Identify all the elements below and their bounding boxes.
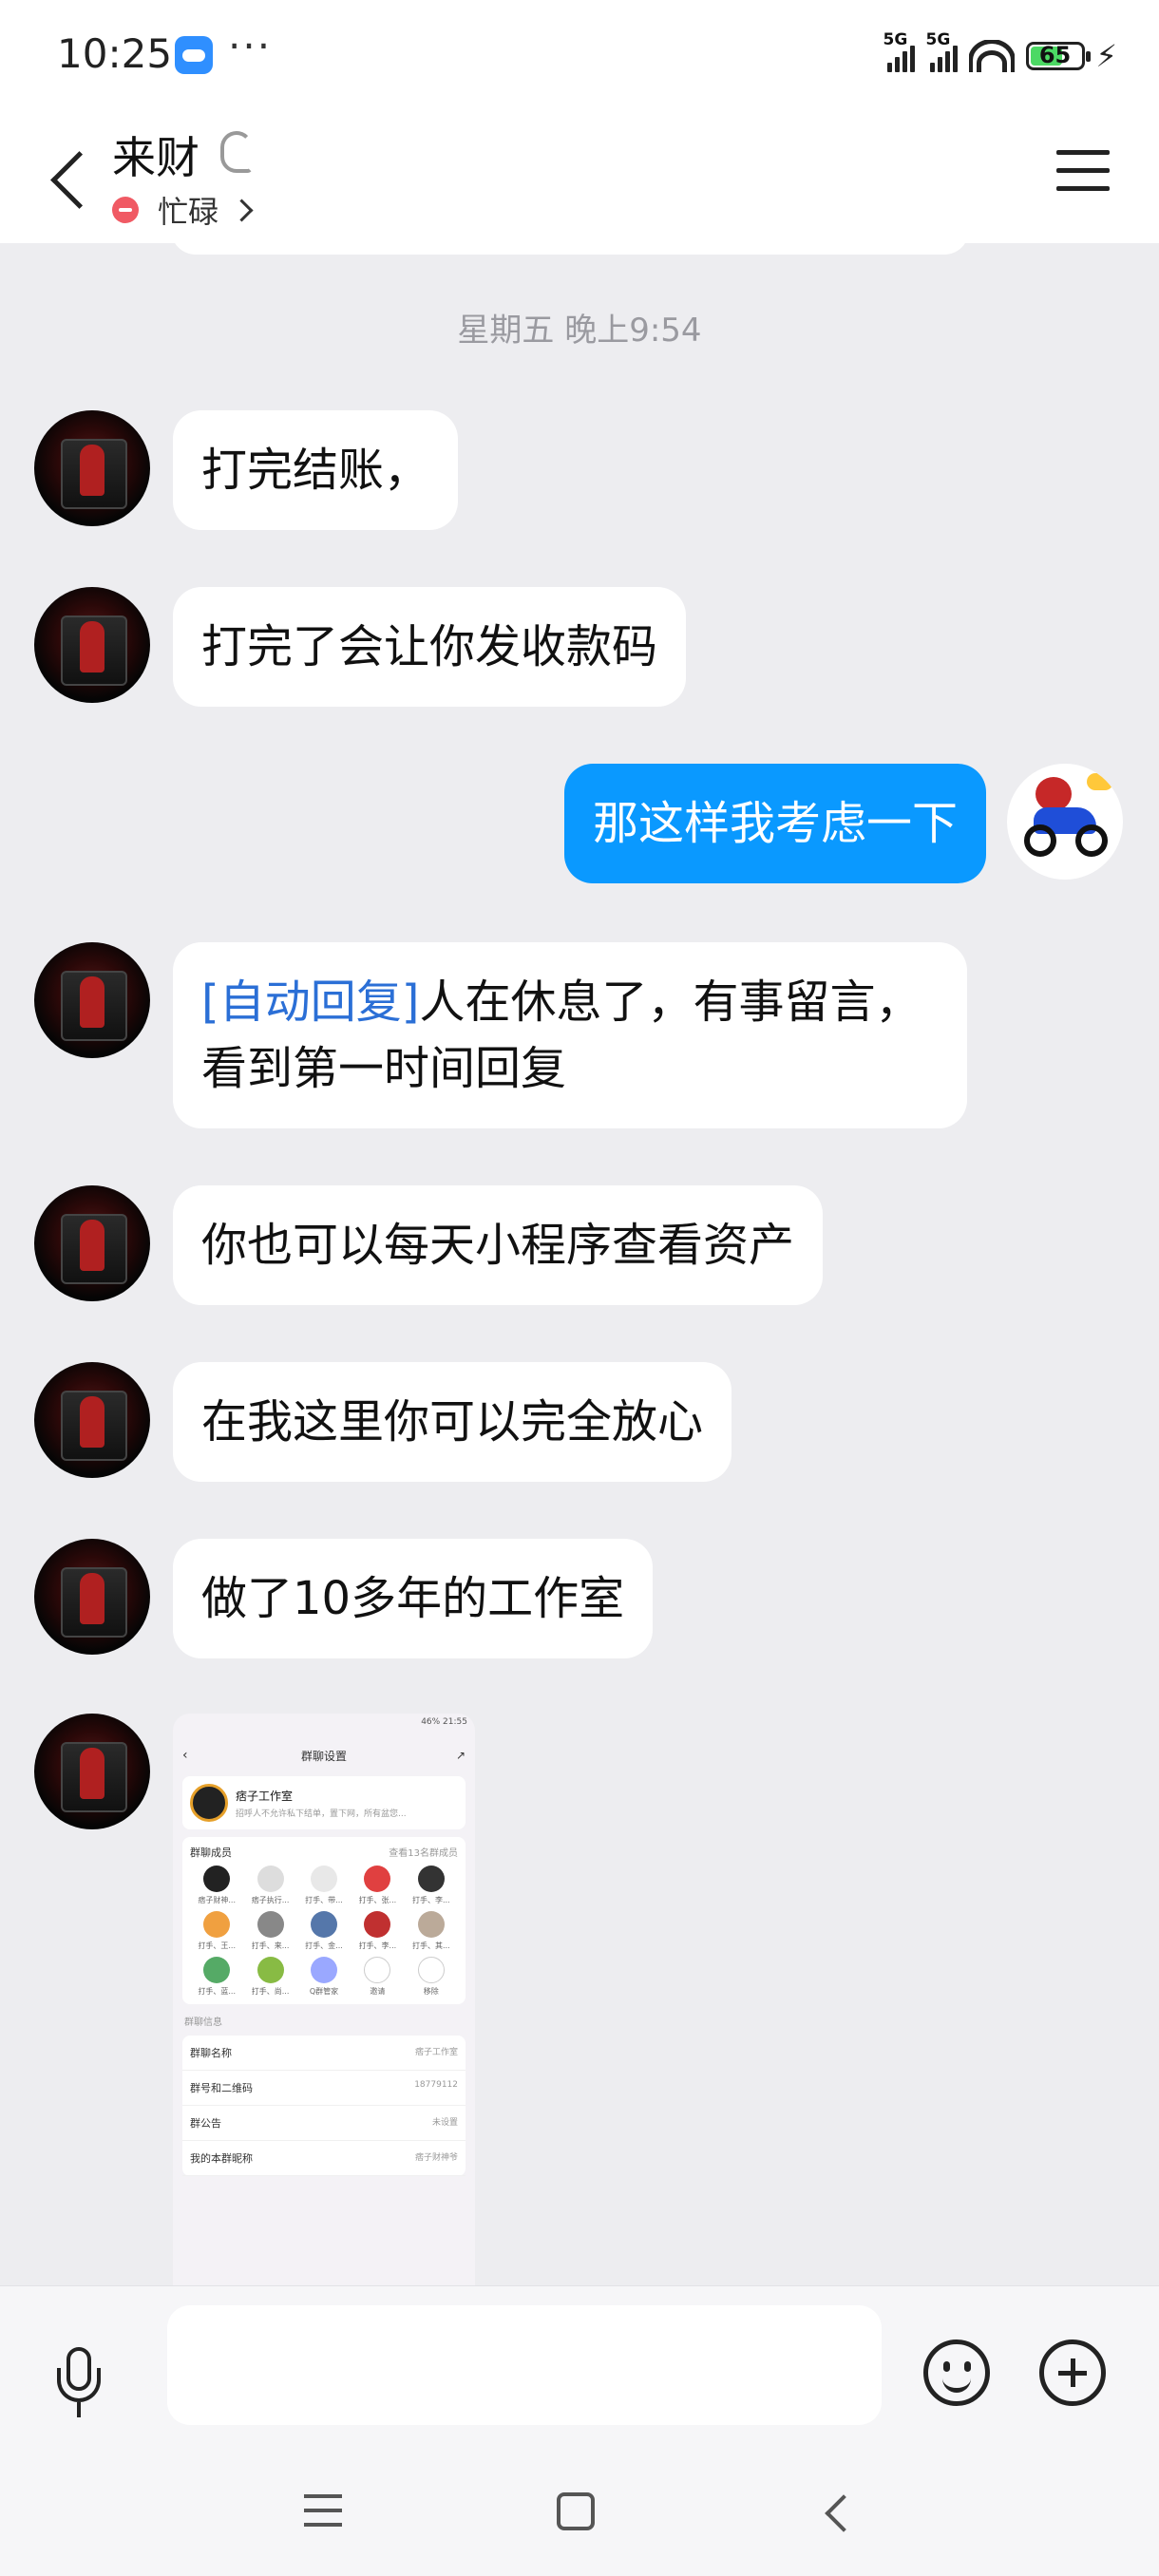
system-nav-bar <box>0 2458 1159 2576</box>
shot-title: 群聊设置 <box>300 1749 347 1763</box>
chevron-right-icon <box>230 198 254 222</box>
status-time: 10:25 <box>57 30 173 77</box>
signal-icon: 5G <box>884 30 915 72</box>
shot-group-name: 痞子工作室 <box>236 1789 294 1803</box>
avatar[interactable] <box>34 587 150 703</box>
avatar[interactable] <box>34 942 150 1058</box>
busy-icon <box>112 197 139 223</box>
input-bar <box>0 2285 1159 2459</box>
message-bubble[interactable]: 打完结账， <box>173 410 459 530</box>
mic-icon[interactable] <box>51 2347 108 2423</box>
shot-group-desc: 招呼人不允许私下结单，置下网，所有盆您... <box>236 1809 407 1819</box>
auto-reply-bubble[interactable]: [自动回复]人在休息了，有事留言，看到第一时间回复 <box>173 942 967 1128</box>
home-icon[interactable] <box>557 2492 595 2530</box>
status-text: 忙碌 <box>158 194 219 230</box>
message-input[interactable] <box>167 2305 882 2425</box>
ear-icon[interactable] <box>220 131 253 173</box>
auto-reply-tag: [自动回复] <box>201 975 420 1029</box>
recent-apps-icon[interactable] <box>304 2494 342 2529</box>
shot-status: 46% 21:55 <box>421 1717 467 1727</box>
message-list[interactable]: 星期五 晚上9:54 打完结账， 打完了会让你发收款码 那这样我考虑一下 [自动… <box>0 243 1159 2285</box>
message-bubble[interactable]: 打完了会让你发收款码 <box>173 587 687 707</box>
cloud-icon <box>175 36 213 74</box>
plus-icon[interactable] <box>1039 2339 1106 2406</box>
avatar[interactable] <box>34 1362 150 1478</box>
group-logo <box>190 1784 228 1822</box>
signal-icon-2: 5G <box>926 30 958 72</box>
menu-icon[interactable] <box>1056 148 1110 194</box>
wifi-icon <box>968 40 1015 72</box>
previous-message-bubble[interactable] <box>171 243 969 255</box>
my-message-bubble[interactable]: 那这样我考虑一下 <box>563 764 986 883</box>
image-message[interactable]: 46% 21:55 ‹ 群聊设置 ↗ 痞子工作室 招呼人不允许私下结单，置下网，所有… <box>173 1714 475 2285</box>
my-avatar[interactable] <box>1007 764 1123 880</box>
back-icon[interactable] <box>42 141 99 217</box>
charging-icon: ⚡ <box>1095 38 1117 74</box>
nav-back-icon[interactable] <box>819 2494 849 2532</box>
avatar[interactable] <box>34 410 150 526</box>
chat-header: 来财 忙碌 <box>0 112 1159 243</box>
online-status[interactable]: 忙碌 <box>112 188 254 232</box>
avatar[interactable] <box>34 1539 150 1655</box>
chat-title[interactable]: 来财 <box>112 123 200 186</box>
message-bubble[interactable]: 你也可以每天小程序查看资产 <box>173 1185 824 1305</box>
avatar[interactable] <box>34 1714 150 1829</box>
avatar[interactable] <box>34 1185 150 1301</box>
message-bubble[interactable]: 做了10多年的工作室 <box>173 1539 654 1658</box>
status-icons: 5G 5G 65 ⚡ <box>884 30 1117 80</box>
emoji-icon[interactable] <box>923 2339 990 2406</box>
status-bar: 10:25 ··· 5G 5G 65 ⚡ <box>0 0 1159 112</box>
battery-icon: 65 <box>1025 42 1091 70</box>
timestamp: 星期五 晚上9:54 <box>457 312 702 350</box>
more-notifications-icon: ··· <box>228 23 273 69</box>
shot-member-grid: 痞子财神... 痞子执行... 打手、带... 打手、张... 打手、李... … <box>190 1866 458 1997</box>
message-bubble[interactable]: 在我这里你可以完全放心 <box>173 1362 732 1482</box>
